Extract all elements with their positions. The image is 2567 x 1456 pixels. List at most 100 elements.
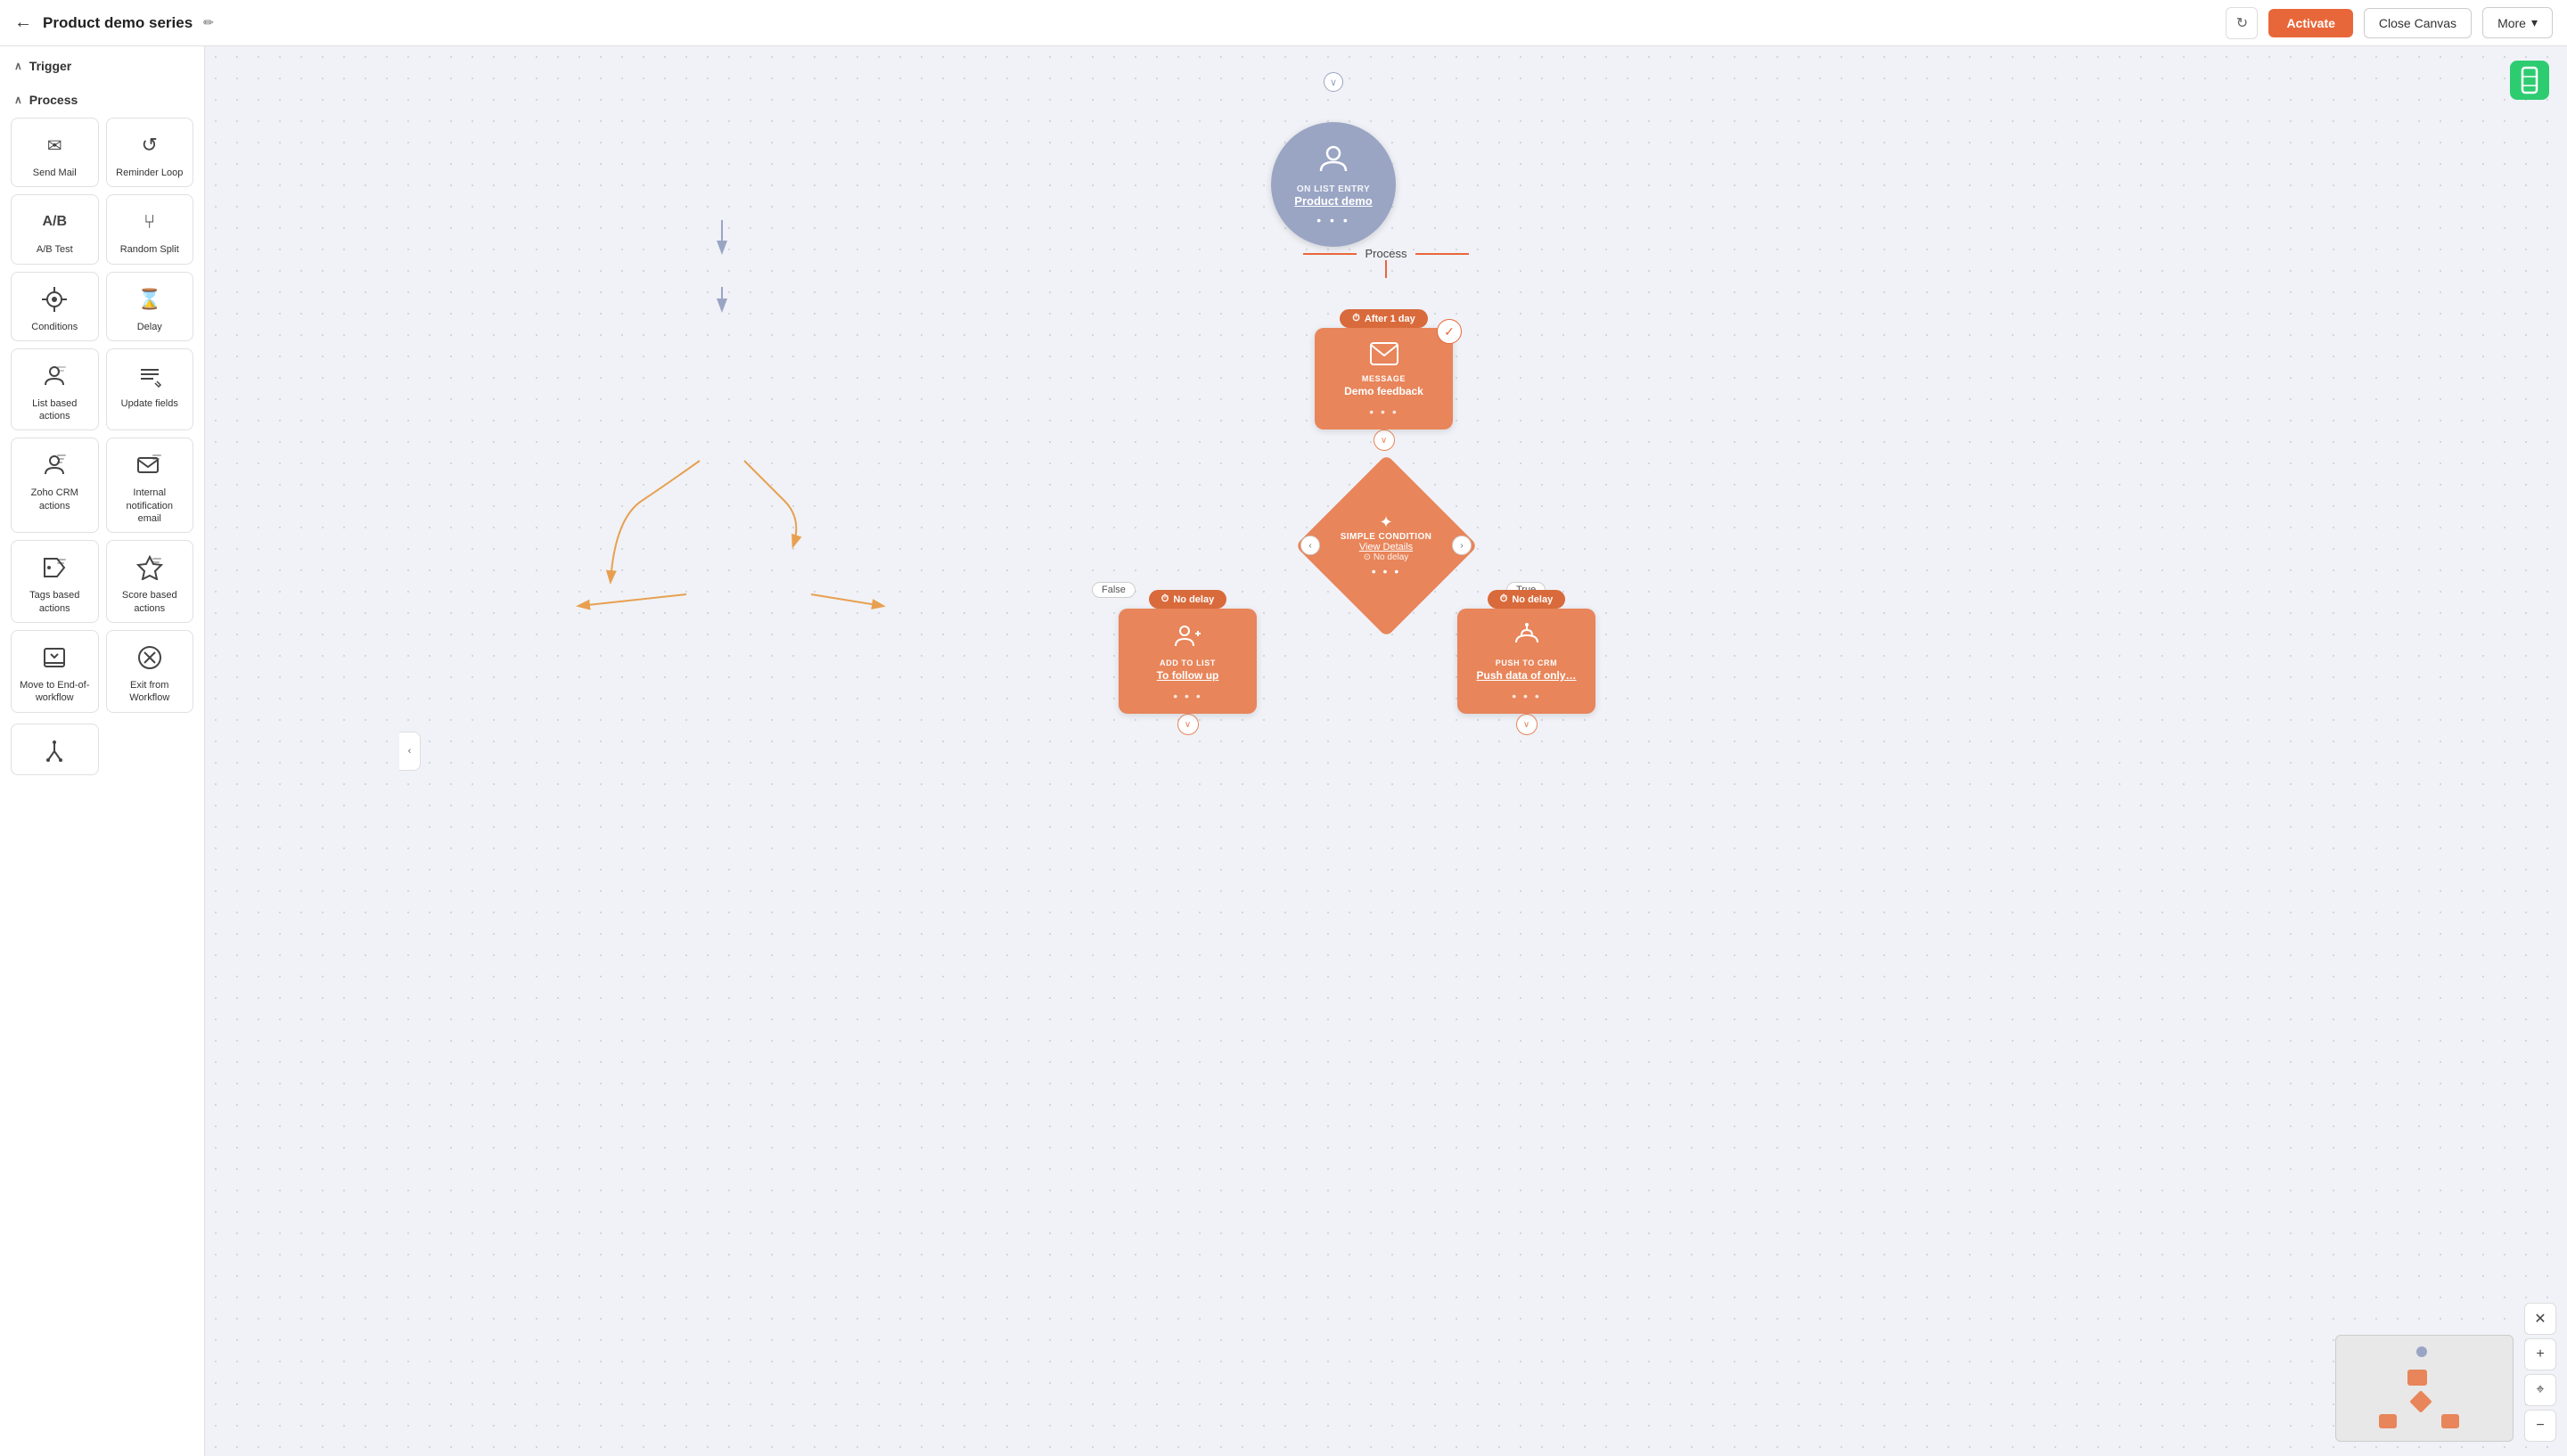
workflow-canvas[interactable]: ‹ [205,46,2567,1456]
delay-label: Delay [137,321,162,333]
zoho-crm-icon [38,449,70,481]
true-node-name[interactable]: Push data of only… [1476,669,1576,682]
process-chevron-icon: ∧ [14,94,22,106]
false-list-icon [1174,623,1202,655]
trigger-dots: • • • [1316,213,1349,227]
zoom-in-button[interactable]: + [2524,1338,2556,1370]
random-split-icon: ⑂ [134,206,166,238]
true-delay-badge[interactable]: ⏱ No delay [1488,590,1565,609]
sidebar-process-header[interactable]: ∧ Process [0,80,204,114]
sidebar: ∧ Trigger ∧ Process ✉ Send Mail ↺ Remind… [0,46,205,1456]
false-expand-button[interactable]: ∨ [1177,714,1199,735]
sidebar-item-update-fields[interactable]: Update fields [106,348,194,431]
zoom-close-button[interactable]: ✕ [2524,1303,2556,1335]
trigger-expand-button[interactable]: ∨ [1324,72,1343,92]
back-button[interactable]: ← [14,12,32,33]
condition-type-label: Simple Condition [1341,532,1432,542]
true-crm-icon [1513,623,1541,655]
sidebar-item-fork[interactable] [11,724,99,775]
sidebar-trigger-header[interactable]: ∧ Trigger [0,46,204,80]
trigger-chevron-icon: ∧ [14,60,22,72]
zoom-out-button[interactable]: − [2524,1410,2556,1442]
trigger-node-circle[interactable]: ON LIST ENTRY Product demo • • • [1271,122,1396,247]
internal-email-icon [134,449,166,481]
message-delay-label: After 1 day [1365,314,1415,324]
update-fields-icon [134,360,166,392]
condition-next-button[interactable]: › [1452,536,1472,555]
true-delay-label: No delay [1512,594,1553,605]
score-based-label: Score based actions [114,589,186,615]
true-delay-icon: ⏱ [1500,593,1508,605]
condition-delay-label: ⊙ No delay [1341,552,1432,562]
false-node-dots: • • • [1173,689,1201,703]
tags-based-icon [38,552,70,584]
move-end-icon [38,642,70,674]
sidebar-item-internal-email[interactable]: Internal notification email [106,438,194,533]
message-block: ⏱ After 1 day ✓ MESSAGE Demo feedback • … [1315,309,1453,451]
sidebar-item-move-end[interactable]: Move to End-of-workflow [11,630,99,713]
condition-node[interactable]: ‹ › ✦ Simple Condition View Details ⊙ No… [1297,474,1475,617]
score-based-icon [134,552,166,584]
minimap [2335,1335,2514,1442]
more-label: More [2497,16,2526,30]
message-name-label: Demo feedback [1344,385,1423,397]
page-title: Product demo series [43,14,193,32]
more-button[interactable]: More ▾ [2482,7,2553,38]
sidebar-items-grid: ✉ Send Mail ↺ Reminder Loop A/B A/B Test… [0,114,204,724]
reminder-loop-icon: ↺ [134,129,166,161]
sidebar-item-zoho-crm[interactable]: Zoho CRM actions [11,438,99,533]
list-based-icon [38,360,70,392]
false-node-type: ADD TO LIST [1160,658,1216,667]
exit-workflow-label: Exit from Workflow [114,679,186,705]
sidebar-item-send-mail[interactable]: ✉ Send Mail [11,118,99,187]
sidebar-item-random-split[interactable]: ⑂ Random Split [106,194,194,264]
activate-button[interactable]: Activate [2268,9,2352,37]
sidebar-item-list-based[interactable]: List based actions [11,348,99,431]
reminder-loop-label: Reminder Loop [116,167,183,179]
false-node-card[interactable]: ADD TO LIST To follow up • • • [1119,609,1257,714]
workflow-nodes: ON LIST ENTRY Product demo • • • ∨ Proce… [205,46,2567,1456]
main-layout: ∧ Trigger ∧ Process ✉ Send Mail ↺ Remind… [0,46,2567,1456]
send-mail-icon: ✉ [38,129,70,161]
message-check-badge: ✓ [1437,319,1462,344]
list-based-label: List based actions [19,397,91,423]
zoom-controls: ✕ + ⌖ − [2524,1303,2556,1442]
ab-test-icon: A/B [38,206,70,238]
sidebar-item-delay[interactable]: ⌛ Delay [106,272,194,341]
sidebar-item-tags-based[interactable]: Tags based actions [11,540,99,623]
false-node-name[interactable]: To follow up [1157,669,1219,682]
process-text: Process [1357,247,1416,260]
false-delay-icon: ⏱ [1161,593,1169,605]
conditions-icon [38,283,70,315]
refresh-button[interactable]: ↻ [2226,7,2258,39]
sidebar-item-exit-workflow[interactable]: Exit from Workflow [106,630,194,713]
sidebar-item-score-based[interactable]: Score based actions [106,540,194,623]
process-section-label: Process [29,93,78,107]
true-expand-button[interactable]: ∨ [1516,714,1538,735]
trigger-node[interactable]: ON LIST ENTRY Product demo • • • ∨ [1324,73,1343,92]
true-node-type: PUSH TO CRM [1496,658,1557,667]
process-connector-line [1385,260,1387,278]
message-envelope-icon [1370,342,1398,371]
true-node-card[interactable]: PUSH TO CRM Push data of only… • • • [1457,609,1595,714]
message-type-label: MESSAGE [1362,374,1406,383]
sidebar-item-ab-test[interactable]: A/B A/B Test [11,194,99,264]
close-canvas-button[interactable]: Close Canvas [2364,8,2472,38]
process-block: Process [1297,247,1475,278]
trigger-type-label: ON LIST ENTRY [1297,184,1370,194]
sidebar-collapse-button[interactable]: ‹ [399,732,421,771]
condition-prev-button[interactable]: ‹ [1300,536,1320,555]
trigger-name-link[interactable]: Product demo [1294,194,1372,208]
condition-view-details-link[interactable]: View Details [1341,542,1432,552]
message-node-card[interactable]: ✓ MESSAGE Demo feedback • • • [1315,328,1453,429]
edit-title-icon[interactable]: ✏ [203,15,214,30]
false-delay-badge[interactable]: ⏱ No delay [1149,590,1226,609]
condition-block: ‹ › ✦ Simple Condition View Details ⊙ No… [1297,474,1475,617]
message-expand-button[interactable]: ∨ [1374,429,1395,451]
condition-content: ✦ Simple Condition View Details ⊙ No del… [1341,513,1432,578]
zoom-reset-button[interactable]: ⌖ [2524,1374,2556,1406]
sidebar-item-conditions[interactable]: Conditions [11,272,99,341]
sidebar-item-reminder-loop[interactable]: ↺ Reminder Loop [106,118,194,187]
message-delay-badge[interactable]: ⏱ After 1 day [1340,309,1427,328]
condition-sparkle-icon: ✦ [1341,513,1432,532]
